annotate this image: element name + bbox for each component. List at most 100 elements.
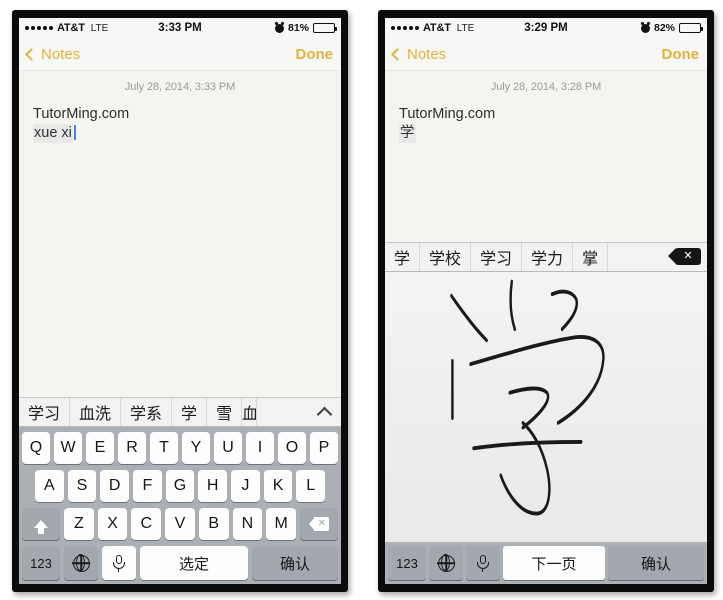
back-to-notes-button[interactable]: Notes: [391, 46, 446, 63]
key-z[interactable]: Z: [63, 508, 94, 540]
chevron-up-icon: [316, 406, 332, 422]
key-s[interactable]: S: [67, 470, 97, 502]
key-d[interactable]: D: [100, 470, 129, 502]
status-bar-right-group: 82%: [640, 22, 704, 34]
key-x[interactable]: X: [97, 508, 128, 540]
key-j[interactable]: J: [231, 470, 260, 502]
done-button[interactable]: Done: [296, 46, 334, 63]
note-line-2: 学: [399, 124, 693, 143]
left-qwerty-keyboard[interactable]: Q W E R T Y U I O P A S D F G H J K L Z …: [19, 427, 341, 584]
note-line-2: xue xi: [33, 124, 327, 143]
right-keyboard-bottom-bar[interactable]: 123 下一页 确认: [385, 542, 707, 584]
text-caret: [73, 125, 76, 140]
key-h[interactable]: H: [198, 470, 228, 502]
globe-language-icon: [437, 554, 455, 572]
left-note-editor[interactable]: July 28, 2014, 3:33 PM TutorMing.com xue…: [19, 71, 341, 397]
key-m[interactable]: M: [266, 508, 297, 540]
key-b[interactable]: B: [198, 508, 229, 540]
alarm-clock-icon: [274, 23, 284, 33]
candidate-item-clipped[interactable]: 血: [242, 398, 258, 426]
chevron-left-icon: [25, 47, 38, 61]
network-type-label: LTE: [456, 22, 475, 34]
microphone-icon: [112, 554, 126, 572]
candidate-item[interactable]: 学: [385, 242, 421, 271]
battery-percent-label: 82%: [653, 22, 675, 34]
delete-candidate-button[interactable]: ✕: [668, 243, 707, 271]
alarm-clock-icon: [640, 23, 650, 33]
note-line-1: TutorMing.com: [399, 106, 496, 122]
candidate-item[interactable]: 雪: [207, 398, 243, 426]
candidate-item[interactable]: 学力: [522, 242, 574, 271]
numeric-keyboard-button[interactable]: 123: [388, 546, 426, 580]
candidate-item[interactable]: 学习: [471, 242, 523, 271]
candidate-item[interactable]: 学: [172, 398, 208, 426]
right-status-bar: AT&T LTE 3:29 PM 82%: [385, 18, 707, 38]
handwriting-input-pad[interactable]: [385, 271, 707, 542]
note-timestamp: July 28, 2014, 3:28 PM: [490, 81, 602, 93]
candidate-item[interactable]: 血洗: [70, 398, 122, 426]
candidate-item[interactable]: 学习: [19, 398, 71, 426]
chevron-left-icon: [391, 47, 404, 61]
key-u[interactable]: U: [214, 432, 242, 464]
key-q[interactable]: Q: [22, 432, 50, 464]
key-k[interactable]: K: [263, 470, 293, 502]
key-w[interactable]: W: [54, 432, 82, 464]
right-phone-frame: AT&T LTE 3:29 PM 82% Notes Done July 28,…: [378, 10, 714, 592]
shift-key[interactable]: [21, 508, 60, 540]
network-type-label: LTE: [90, 22, 109, 34]
left-candidate-bar[interactable]: 学习 血洗 学系 学 雪 血: [19, 397, 341, 427]
confirm-key[interactable]: 确认: [252, 546, 338, 580]
left-phone-screen: AT&T LTE 3:33 PM 81% Notes Done July 28,…: [19, 18, 341, 584]
backspace-delete-icon: ✕: [309, 517, 330, 531]
key-a[interactable]: A: [34, 470, 64, 502]
dictation-button[interactable]: [466, 546, 500, 580]
key-p[interactable]: P: [310, 432, 338, 464]
shift-arrow-up-icon: [33, 520, 48, 534]
key-r[interactable]: R: [118, 432, 146, 464]
expand-candidates-button[interactable]: [307, 398, 341, 426]
key-n[interactable]: N: [232, 508, 263, 540]
delete-backspace-icon: ✕: [668, 248, 701, 266]
key-i[interactable]: I: [246, 432, 274, 464]
candidate-item[interactable]: 学校: [420, 242, 472, 271]
key-f[interactable]: F: [133, 470, 162, 502]
dictation-button[interactable]: [102, 546, 136, 580]
candidate-item[interactable]: 学系: [121, 398, 173, 426]
keyboard-row-bottom: 123 选定 确认: [22, 546, 338, 580]
right-note-editor[interactable]: July 28, 2014, 3:28 PM TutorMing.com 学: [385, 71, 707, 242]
language-switch-button[interactable]: [64, 546, 98, 580]
right-candidate-bar[interactable]: 学 学校 学习 学力 掌 ✕: [385, 241, 707, 272]
done-button[interactable]: Done: [662, 46, 700, 63]
numeric-keyboard-button[interactable]: 123: [22, 546, 60, 580]
keyboard-row-3: Z X C V B N M ✕: [21, 508, 339, 540]
left-phone-frame: AT&T LTE 3:33 PM 81% Notes Done July 28,…: [12, 10, 348, 592]
composing-text: xue xi: [33, 124, 73, 143]
signal-strength-dots-icon: [391, 26, 419, 30]
carrier-label: AT&T: [423, 22, 451, 34]
key-o[interactable]: O: [278, 432, 306, 464]
handwritten-character-strokes: [450, 279, 605, 516]
key-e[interactable]: E: [86, 432, 114, 464]
backspace-key[interactable]: ✕: [300, 508, 339, 540]
composing-text: 学: [399, 124, 416, 143]
back-button-label: Notes: [41, 45, 81, 63]
candidate-item[interactable]: 掌: [573, 242, 609, 271]
key-y[interactable]: Y: [182, 432, 210, 464]
key-v[interactable]: V: [165, 508, 195, 540]
key-l[interactable]: L: [296, 470, 326, 502]
note-line-1: TutorMing.com: [33, 106, 130, 122]
key-t[interactable]: T: [150, 432, 178, 464]
microphone-icon: [476, 554, 490, 572]
battery-percent-label: 81%: [287, 22, 309, 34]
space-select-key[interactable]: 选定: [140, 546, 248, 580]
key-g[interactable]: G: [165, 470, 195, 502]
key-c[interactable]: C: [131, 508, 162, 540]
globe-language-icon: [72, 554, 90, 572]
right-phone-screen: AT&T LTE 3:29 PM 82% Notes Done July 28,…: [385, 18, 707, 584]
right-nav-bar: Notes Done: [385, 38, 707, 71]
language-switch-button[interactable]: [429, 546, 463, 580]
next-page-key[interactable]: 下一页: [503, 546, 605, 580]
back-to-notes-button[interactable]: Notes: [25, 45, 81, 63]
status-bar-right-group: 81%: [274, 22, 338, 34]
confirm-key[interactable]: 确认: [608, 546, 704, 580]
